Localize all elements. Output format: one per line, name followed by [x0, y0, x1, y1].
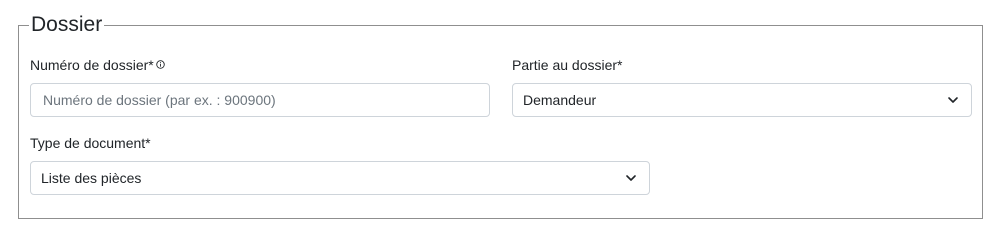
case-number-label-text: Numéro de dossier* — [30, 57, 154, 73]
case-number-input[interactable] — [30, 83, 490, 117]
info-circle-icon — [156, 60, 165, 69]
party-selected-value: Demandeur — [523, 92, 597, 108]
party-label: Partie au dossier* — [512, 57, 623, 73]
section-title: Dossier — [29, 12, 105, 38]
chevron-down-icon — [948, 97, 958, 103]
document-type-label: Type de document* — [30, 135, 151, 151]
chevron-down-icon — [626, 175, 636, 181]
party-select[interactable]: Demandeur — [512, 83, 972, 117]
document-type-selected-value: Liste des pièces — [41, 170, 142, 186]
document-type-select[interactable]: Liste des pièces — [30, 161, 650, 195]
case-number-label: Numéro de dossier* — [30, 56, 165, 74]
